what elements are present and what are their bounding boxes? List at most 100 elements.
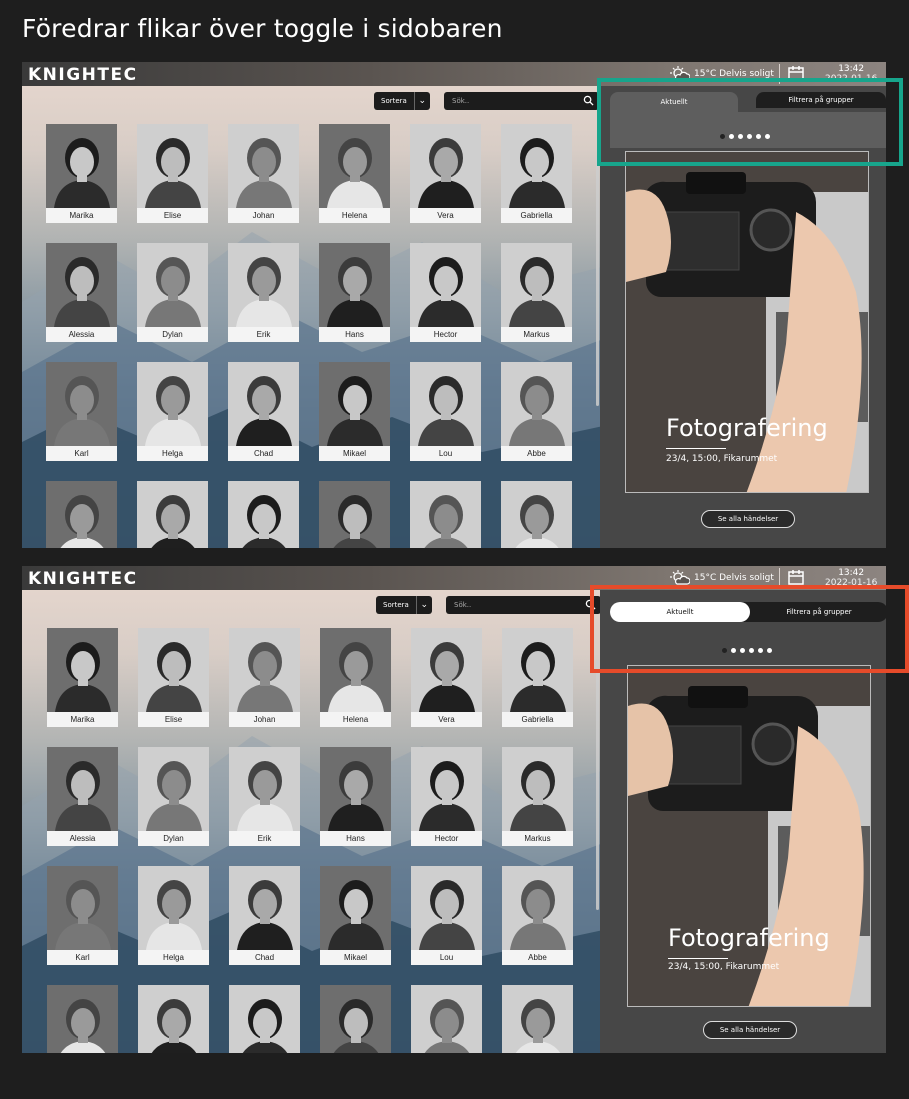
person-card[interactable]: Markus: [502, 747, 573, 846]
event-subtitle: 23/4, 15:00, Fikarummet: [666, 454, 778, 464]
person-photo: [501, 362, 572, 446]
person-card[interactable]: Elise: [137, 124, 208, 223]
person-card[interactable]: Marika: [46, 124, 117, 223]
person-card[interactable]: Karl: [46, 362, 117, 461]
person-card[interactable]: Chad: [229, 866, 300, 965]
event-title-underline: [666, 448, 726, 449]
person-photo: [410, 243, 481, 327]
person-name: Mikael: [320, 950, 391, 965]
person-name: Lou: [411, 950, 482, 965]
person-photo: [138, 866, 209, 950]
person-name: Dylan: [138, 831, 209, 846]
person-card[interactable]: [411, 985, 482, 1053]
person-card[interactable]: Markus: [501, 243, 572, 342]
person-card[interactable]: Helena: [319, 124, 390, 223]
person-card[interactable]: Abbe: [502, 866, 573, 965]
person-card[interactable]: Hector: [410, 243, 481, 342]
person-photo: [410, 362, 481, 446]
event-card[interactable]: Fotografering 23/4, 15:00, Fikarummet: [627, 665, 871, 1007]
chevron-down-icon[interactable]: ⌄: [415, 596, 432, 614]
person-name: Helena: [320, 712, 391, 727]
person-card[interactable]: Gabriella: [502, 628, 573, 727]
person-card[interactable]: Karl: [47, 866, 118, 965]
person-card[interactable]: Helena: [320, 628, 391, 727]
person-name: Hans: [320, 831, 391, 846]
person-photo: [137, 243, 208, 327]
person-photo: [320, 628, 391, 712]
person-card[interactable]: [47, 985, 118, 1053]
see-all-events-button[interactable]: Se alla händelser: [701, 510, 795, 528]
chevron-down-icon[interactable]: ⌄: [413, 92, 430, 110]
person-card[interactable]: [502, 985, 573, 1053]
person-name: Karl: [46, 446, 117, 461]
partly-sunny-icon: [670, 570, 690, 585]
person-photo: [47, 628, 118, 712]
person-card[interactable]: Helga: [137, 362, 208, 461]
person-card[interactable]: Vera: [410, 124, 481, 223]
person-card[interactable]: [319, 481, 390, 548]
person-card[interactable]: Vera: [411, 628, 482, 727]
calendar-icon[interactable]: [788, 569, 804, 585]
person-card[interactable]: Hector: [411, 747, 482, 846]
person-name: Vera: [410, 208, 481, 223]
person-card[interactable]: Chad: [228, 362, 299, 461]
person-card[interactable]: Hans: [319, 243, 390, 342]
person-card[interactable]: [410, 481, 481, 548]
grid-scrollbar[interactable]: [596, 156, 599, 406]
person-card[interactable]: Dylan: [137, 243, 208, 342]
person-photo: [411, 866, 482, 950]
person-photo: [320, 866, 391, 950]
person-card[interactable]: Johan: [229, 628, 300, 727]
person-card[interactable]: Helga: [138, 866, 209, 965]
person-photo: [229, 747, 300, 831]
person-photo: [47, 747, 118, 831]
search-input[interactable]: Sök..: [444, 92, 599, 110]
see-all-events-button[interactable]: Se alla händelser: [703, 1021, 797, 1039]
sort-button[interactable]: Sortera ⌄: [376, 596, 432, 614]
person-card[interactable]: Lou: [411, 866, 482, 965]
person-name: Gabriella: [502, 712, 573, 727]
person-name: Abbe: [502, 950, 573, 965]
person-card[interactable]: [501, 481, 572, 548]
person-card[interactable]: Johan: [228, 124, 299, 223]
person-card[interactable]: [138, 985, 209, 1053]
person-photo: [46, 243, 117, 327]
event-card[interactable]: Fotografering 23/4, 15:00, Fikarummet: [625, 151, 869, 493]
person-card[interactable]: Marika: [47, 628, 118, 727]
person-card[interactable]: Hans: [320, 747, 391, 846]
search-input[interactable]: Sök..: [446, 596, 601, 614]
grid-scrollbar[interactable]: [596, 660, 599, 910]
person-card[interactable]: Alessia: [47, 747, 118, 846]
person-photo: [410, 481, 481, 548]
person-photo: [46, 481, 117, 548]
person-card[interactable]: Mikael: [320, 866, 391, 965]
person-name: Chad: [228, 446, 299, 461]
person-card[interactable]: Gabriella: [501, 124, 572, 223]
person-card[interactable]: Erik: [228, 243, 299, 342]
person-name: Markus: [502, 831, 573, 846]
person-card[interactable]: Dylan: [138, 747, 209, 846]
event-subtitle: 23/4, 15:00, Fikarummet: [668, 962, 780, 972]
person-card[interactable]: [137, 481, 208, 548]
person-card[interactable]: Erik: [229, 747, 300, 846]
person-card[interactable]: [46, 481, 117, 548]
person-card[interactable]: Lou: [410, 362, 481, 461]
person-card[interactable]: Alessia: [46, 243, 117, 342]
search-icon[interactable]: [583, 95, 594, 106]
person-name: Abbe: [501, 446, 572, 461]
person-card[interactable]: [228, 481, 299, 548]
sort-button[interactable]: Sortera ⌄: [374, 92, 430, 110]
person-card[interactable]: Mikael: [319, 362, 390, 461]
person-photo: [319, 124, 390, 208]
person-card[interactable]: [320, 985, 391, 1053]
person-card[interactable]: [229, 985, 300, 1053]
person-name: Alessia: [47, 831, 118, 846]
person-card[interactable]: Abbe: [501, 362, 572, 461]
person-photo: [228, 362, 299, 446]
person-photo: [46, 124, 117, 208]
person-photo: [502, 747, 573, 831]
person-photo: [501, 481, 572, 548]
person-name: Lou: [410, 446, 481, 461]
person-photo: [501, 243, 572, 327]
person-card[interactable]: Elise: [138, 628, 209, 727]
